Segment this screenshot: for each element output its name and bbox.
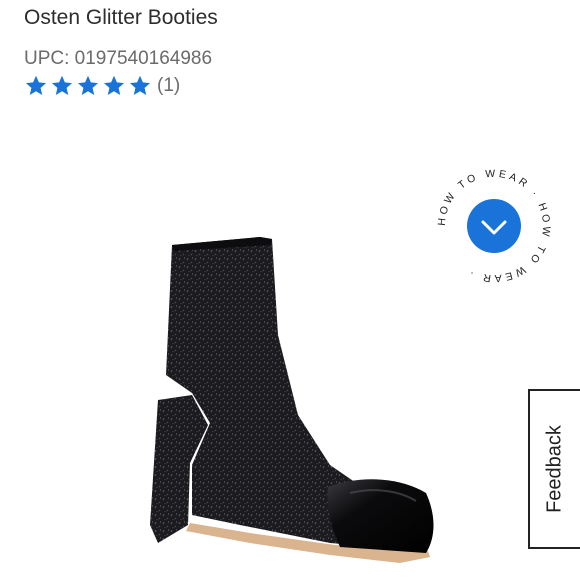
how-to-wear-badge (467, 199, 521, 253)
product-upc: UPC: 0197540164986 (24, 48, 213, 69)
feedback-label: Feedback (543, 425, 566, 513)
star-icon (52, 75, 72, 95)
star-icon (104, 75, 124, 95)
feedback-tab[interactable]: Feedback (528, 389, 580, 549)
star-icon (26, 75, 46, 95)
rating-summary[interactable]: (1) (24, 73, 180, 99)
rating-stars (24, 74, 152, 98)
glitter-bootie-image (150, 237, 434, 563)
product-image[interactable] (130, 225, 460, 570)
star-icon (130, 75, 150, 95)
product-title: Osten Glitter Booties (24, 6, 218, 29)
star-icon (78, 75, 98, 95)
review-count[interactable]: (1) (157, 75, 180, 97)
how-to-wear-button[interactable]: HOW TO WEAR · HOW TO WEAR · (434, 166, 554, 286)
